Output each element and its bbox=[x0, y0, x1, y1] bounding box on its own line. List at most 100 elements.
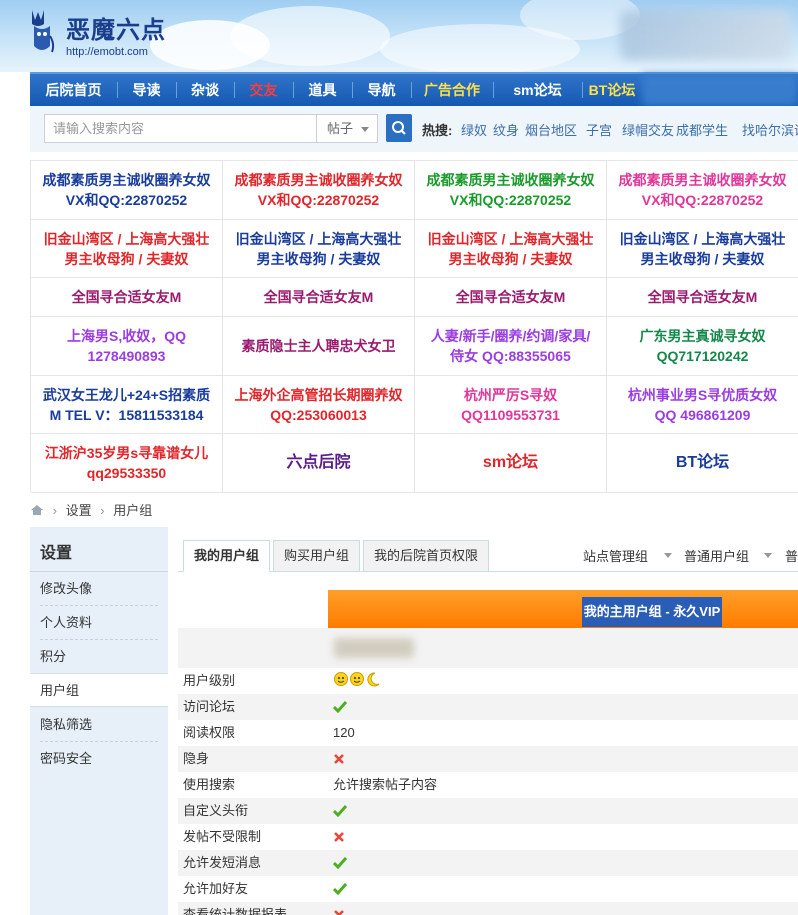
sidebar-item-credits[interactable]: 积分 bbox=[30, 640, 168, 674]
ad-cell[interactable]: 成都素质男主诚收圈养女奴 VX和QQ:22870252 bbox=[31, 161, 223, 220]
home-icon[interactable] bbox=[30, 504, 44, 516]
hot-search-item[interactable]: 成都学生 bbox=[676, 120, 728, 139]
ad-cell[interactable]: BT论坛 bbox=[607, 434, 798, 493]
ad-text: 六点后院 bbox=[286, 453, 350, 473]
ad-line: VX和QQ:22870252 bbox=[449, 192, 572, 208]
nav-item[interactable]: 后院首页 bbox=[30, 74, 117, 106]
permission-row: 发帖不受限制 bbox=[178, 824, 798, 850]
check-icon bbox=[333, 805, 347, 817]
breadcrumb-item-usergroup[interactable]: 用户组 bbox=[113, 503, 152, 518]
nav-item[interactable]: 道具 bbox=[293, 74, 352, 106]
normal-group-link[interactable]: 普通用户组 bbox=[684, 546, 749, 565]
site-url: http://emobt.com bbox=[66, 46, 148, 58]
nav-separator bbox=[582, 82, 583, 98]
ad-text: 人妻/新手/圈养/约调/家具/侍女 QQ:88355065 bbox=[431, 326, 590, 366]
ad-cell[interactable]: 旧金山湾区 / 上海高大强壮 男主收母狗 / 夫妻奴 bbox=[223, 220, 415, 278]
hot-search-item[interactable]: 烟台地区 bbox=[525, 120, 577, 139]
permission-value bbox=[333, 824, 345, 850]
ad-cell[interactable]: 全国寻合适女友M bbox=[223, 278, 415, 317]
breadcrumb-item-settings[interactable]: 设置 bbox=[66, 503, 92, 518]
ad-cell[interactable]: 旧金山湾区 / 上海高大强壮 男主收母狗 / 夫妻奴 bbox=[31, 220, 223, 278]
ad-cell[interactable]: 素质隐士主人聘忠犬女卫 bbox=[223, 317, 415, 376]
tab-buy-usergroup[interactable]: 购买用户组 bbox=[273, 540, 361, 572]
sidebar-item-profile[interactable]: 个人资料 bbox=[30, 606, 168, 640]
cross-icon bbox=[334, 832, 344, 842]
ad-cell[interactable]: 杭州事业男S寻优质女奴 QQ 496861209 bbox=[607, 376, 798, 434]
search-button[interactable] bbox=[386, 114, 412, 142]
sidebar-item-avatar[interactable]: 修改头像 bbox=[30, 572, 168, 606]
tab-homepage-permission[interactable]: 我的后院首页权限 bbox=[363, 540, 490, 572]
nav-item[interactable]: sm论坛 bbox=[493, 74, 582, 106]
hot-search-item[interactable]: 绿帽交友 bbox=[622, 120, 674, 139]
ad-text: 武汉女王龙儿+24+S招素质 M TEL V：15811533184 bbox=[43, 385, 210, 425]
hot-search-item[interactable]: 绿奴 bbox=[461, 120, 487, 139]
ad-line: 侍女 QQ:88355065 bbox=[450, 348, 571, 364]
more-group-link[interactable]: 普 bbox=[785, 546, 798, 565]
ad-line: 旧金山湾区 / 上海高大强壮 bbox=[427, 230, 594, 247]
tab-my-usergroup[interactable]: 我的用户组 bbox=[183, 540, 271, 572]
sidebar-item-label: 用户组 bbox=[40, 683, 80, 698]
ad-cell[interactable]: 杭州严厉S寻奴 QQ1109553731 bbox=[415, 376, 607, 434]
ad-cell[interactable]: 江浙沪35岁男s寻靠谱女儿 qq29533350 bbox=[31, 434, 223, 493]
hot-search-label: 热搜: bbox=[422, 123, 453, 138]
search-type-select[interactable]: 帖子 bbox=[316, 114, 378, 143]
ad-text: 成都素质男主诚收圈养女奴 VX和QQ:22870252 bbox=[235, 170, 403, 210]
ad-cell[interactable]: 上海外企高管招长期圈养奴 QQ:253060013 bbox=[223, 376, 415, 434]
sidebar-item-privacy[interactable]: 隐私筛选 bbox=[30, 708, 168, 742]
nav-item[interactable]: 广告合作 bbox=[411, 74, 493, 106]
hot-search-item[interactable]: 纹身 bbox=[493, 120, 519, 139]
nav-item[interactable]: 杂谈 bbox=[176, 74, 234, 106]
ad-cell[interactable]: 成都素质男主诚收圈养女奴 VX和QQ:22870252 bbox=[415, 161, 607, 220]
breadcrumb-separator: › bbox=[100, 503, 105, 518]
ad-line: 江浙沪35岁男s寻靠谱女儿 bbox=[44, 445, 209, 461]
hot-search-item[interactable]: 子宫 bbox=[586, 120, 612, 139]
permission-value: 允许搜索帖子内容 bbox=[333, 777, 438, 792]
nav-item[interactable]: 交友 bbox=[234, 74, 293, 106]
cross-icon bbox=[334, 754, 344, 764]
ad-cell[interactable]: sm论坛 bbox=[415, 434, 607, 493]
ad-cell[interactable]: 成都素质男主诚收圈养女奴 VX和QQ:22870252 bbox=[223, 161, 415, 220]
site-logo[interactable]: 恶魔六点 http://emobt.com bbox=[28, 6, 168, 62]
ad-cell[interactable]: 旧金山湾区 / 上海高大强壮 男主收母狗 / 夫妻奴 bbox=[607, 220, 798, 278]
search-input[interactable]: 请输入搜索内容 bbox=[44, 114, 316, 143]
permission-row: 访问论坛 bbox=[178, 694, 798, 720]
ad-cell[interactable]: 成都素质男主诚收圈养女奴 VX和QQ:22870252 bbox=[607, 161, 798, 220]
ad-cell[interactable]: 六点后院 bbox=[223, 434, 415, 493]
sidebar-item-label: 积分 bbox=[40, 649, 67, 664]
nav-item[interactable]: 导航 bbox=[352, 74, 411, 106]
sidebar-item-usergroup[interactable]: 用户组 bbox=[30, 673, 168, 707]
permission-value bbox=[333, 746, 345, 772]
hot-search-item[interactable]: 找哈尔滨调 bbox=[742, 120, 798, 139]
search-type-label: 帖子 bbox=[327, 121, 354, 136]
ad-line: 旧金山湾区 / 上海高大强壮 bbox=[619, 230, 786, 247]
permission-label: 发帖不受限制 bbox=[183, 829, 262, 844]
sidebar-item-password[interactable]: 密码安全 bbox=[30, 742, 168, 776]
ad-cell[interactable]: 人妻/新手/圈养/约调/家具/侍女 QQ:88355065 bbox=[415, 317, 607, 376]
ad-text: 旧金山湾区 / 上海高大强壮 男主收母狗 / 夫妻奴 bbox=[44, 229, 210, 269]
blurred-nav-area bbox=[642, 74, 798, 106]
ad-cell[interactable]: 广东男主真诚寻女奴 QQ717120242 bbox=[607, 317, 798, 376]
ad-cell[interactable]: 全国寻合适女友M bbox=[415, 278, 607, 317]
ad-text: 旧金山湾区 / 上海高大强壮 男主收母狗 / 夫妻奴 bbox=[620, 229, 786, 269]
nav-separator bbox=[411, 82, 412, 98]
nav-item[interactable]: BT论坛 bbox=[582, 74, 642, 106]
ad-cell[interactable]: 全国寻合适女友M bbox=[31, 278, 223, 317]
ad-line: 广东男主真诚寻女奴 bbox=[639, 328, 766, 344]
ad-cell[interactable]: 上海男S,收奴，QQ 1278490893 bbox=[31, 317, 223, 376]
ad-line: sm论坛 bbox=[482, 454, 539, 471]
group-title: 我的主用户组 - 永久VIP bbox=[582, 597, 722, 627]
ad-line: 成都素质男主诚收圈养女奴 bbox=[42, 172, 211, 188]
nav-item[interactable]: 导读 bbox=[117, 74, 176, 106]
ad-line: 上海男S,收奴，QQ bbox=[66, 328, 186, 344]
admin-group-link[interactable]: 站点管理组 bbox=[583, 546, 648, 565]
ad-cell[interactable]: 武汉女王龙儿+24+S招素质 M TEL V：15811533184 bbox=[31, 376, 223, 434]
ad-line: 1278490893 bbox=[87, 348, 166, 364]
chevron-down-icon bbox=[664, 553, 672, 558]
ad-line: QQ1109553731 bbox=[461, 406, 560, 423]
chevron-down-icon bbox=[764, 553, 772, 558]
ad-cell[interactable]: 旧金山湾区 / 上海高大强壮 男主收母狗 / 夫妻奴 bbox=[415, 220, 607, 278]
permission-value bbox=[333, 668, 383, 694]
main-content: 我的用户组 购买用户组 我的后院首页权限 站点管理组 普通用户组 普 我的主用户… bbox=[178, 527, 798, 915]
ad-text: 上海外企高管招长期圈养奴 QQ:253060013 bbox=[235, 385, 403, 425]
ad-cell[interactable]: 全国寻合适女友M bbox=[607, 278, 798, 317]
